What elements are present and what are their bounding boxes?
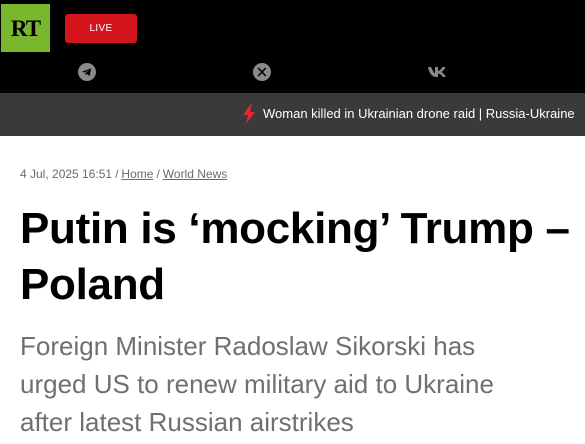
breadcrumb-world-news-link[interactable]: World News [163,167,227,181]
breaking-news-ticker[interactable]: Woman killed in Ukrainian drone raid | R… [0,93,585,136]
rt-logo[interactable]: RT [1,4,50,52]
top-navigation-bar: RT LIVE [0,0,585,93]
logo-text: RT [10,15,41,41]
ticker-headline[interactable]: Woman killed in Ukrainian drone raid | R… [263,106,575,121]
telegram-icon[interactable] [78,63,96,81]
live-button[interactable]: LIVE [65,14,137,43]
article-meta: 4 Jul, 2025 16:51/Home / World News [20,167,227,181]
breadcrumb-separator: / [156,167,160,181]
lightning-icon [243,104,255,124]
article-title: Putin is ‘mocking’ Trump – Poland [20,204,570,309]
x-icon[interactable] [253,63,271,81]
breadcrumb-home-link[interactable]: Home [121,167,153,181]
article-date: 4 Jul, 2025 16:51 [20,167,113,181]
article-lead: Foreign Minister Radoslaw Sikorski has u… [20,331,494,437]
vk-icon[interactable] [427,63,447,81]
breadcrumb-separator: / [115,167,119,181]
